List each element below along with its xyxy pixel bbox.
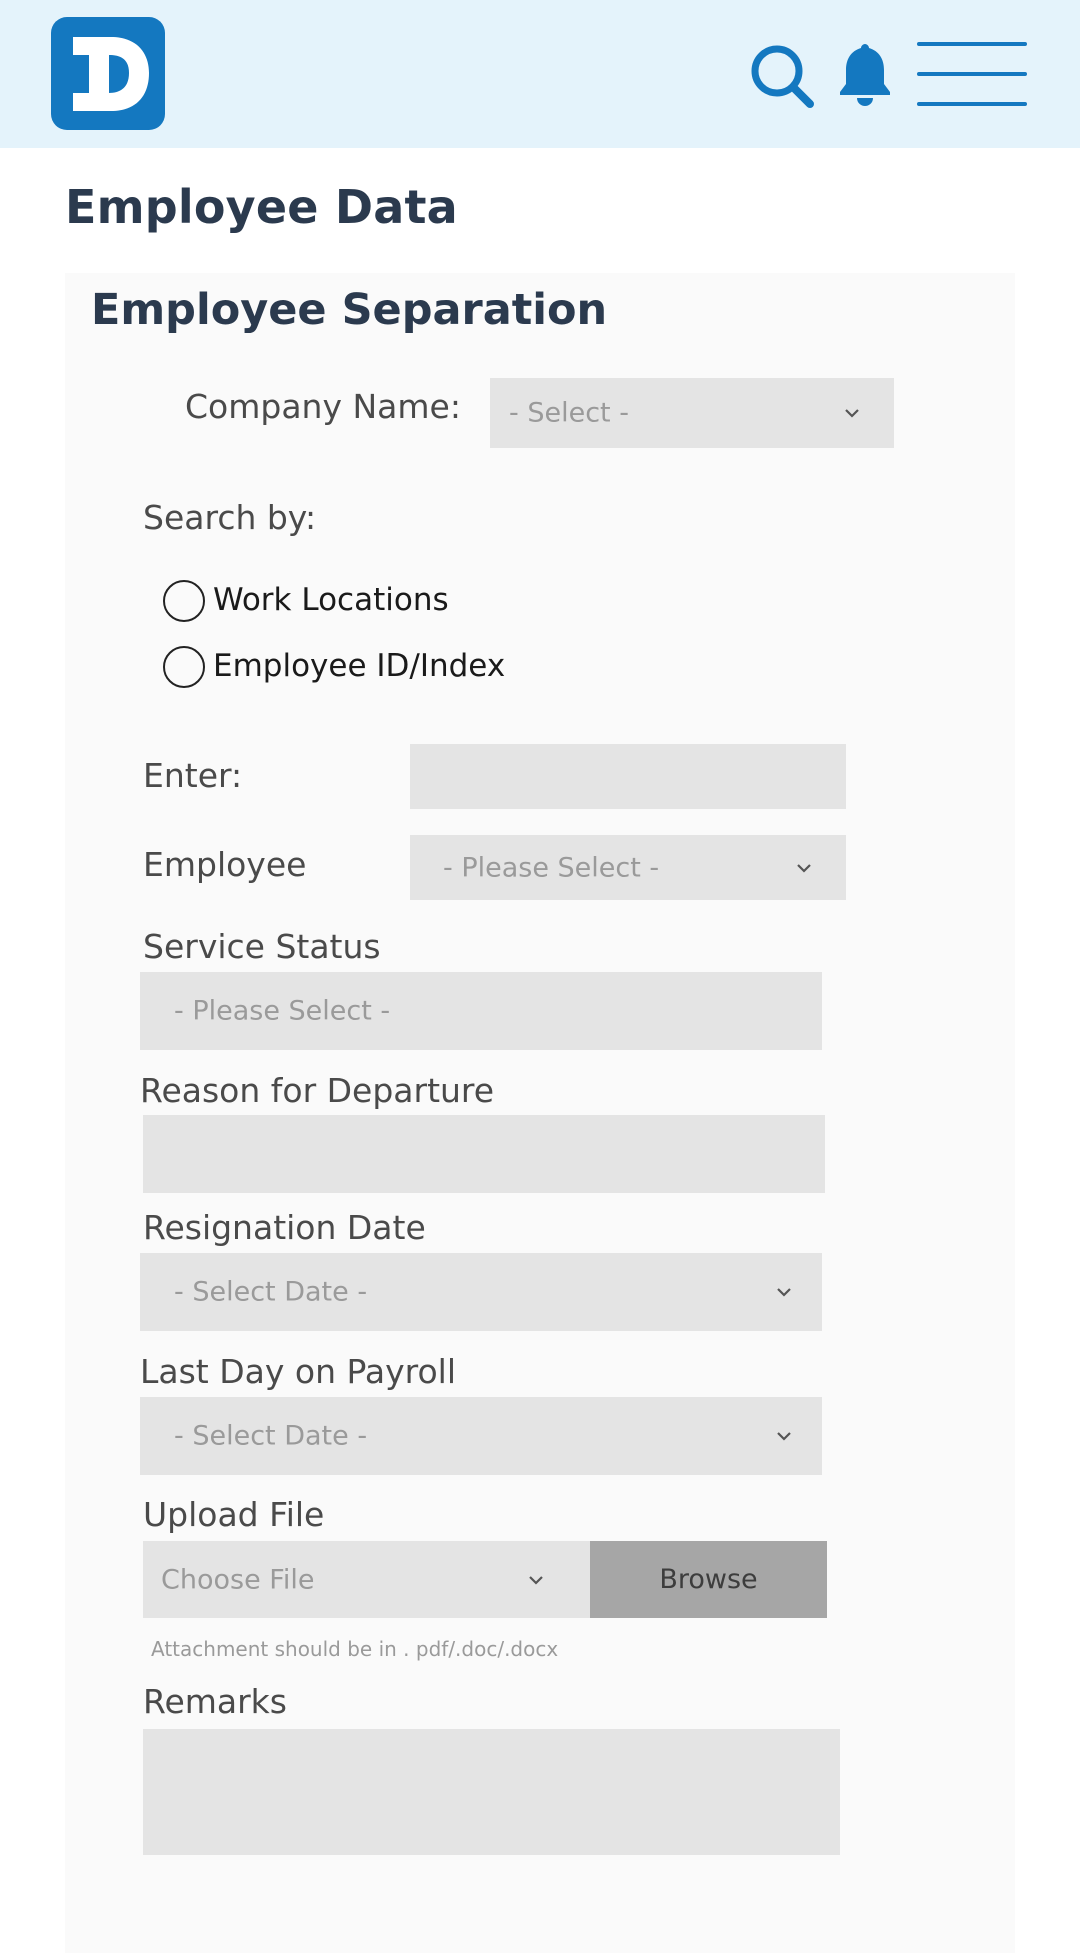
radio-label: Work Locations (213, 582, 449, 618)
page-title: Employee Data (65, 180, 458, 234)
radio-button[interactable] (163, 646, 205, 688)
company-name-select[interactable]: - Select - (490, 378, 894, 448)
service-status-select[interactable]: - Please Select - (140, 972, 822, 1050)
employee-selected: - Please Select - (443, 852, 660, 883)
search-icon[interactable] (748, 42, 816, 110)
last-day-on-payroll-selected: - Select Date - (174, 1420, 368, 1452)
chevron-down-icon (797, 863, 811, 873)
chevron-down-icon (777, 1288, 791, 1297)
hamburger-menu-icon[interactable] (915, 40, 1029, 108)
resignation-date-selected: - Select Date - (174, 1276, 368, 1308)
resignation-date-picker[interactable]: - Select Date - (140, 1253, 822, 1331)
enter-input[interactable] (410, 744, 846, 809)
upload-file-label: Upload File (143, 1495, 325, 1534)
radio-label: Employee ID/Index (213, 648, 506, 684)
radio-button[interactable] (163, 580, 205, 622)
resignation-date-label: Resignation Date (143, 1208, 426, 1247)
app-header (0, 0, 1080, 148)
choose-file-select[interactable]: Choose File (143, 1541, 590, 1618)
remarks-textarea[interactable] (143, 1729, 840, 1855)
employee-label: Employee (143, 845, 307, 884)
chevron-down-icon (845, 409, 859, 418)
app-logo[interactable] (51, 17, 165, 130)
enter-label: Enter: (143, 756, 243, 795)
chevron-down-icon (529, 1575, 543, 1585)
employee-select[interactable]: - Please Select - (410, 835, 846, 900)
chevron-down-icon (777, 1432, 791, 1441)
service-status-selected: - Please Select - (174, 995, 391, 1027)
search-by-label: Search by: (143, 498, 317, 537)
last-day-on-payroll-picker[interactable]: - Select Date - (140, 1397, 822, 1475)
remarks-label: Remarks (143, 1682, 287, 1721)
section-title: Employee Separation (91, 285, 608, 335)
service-status-label: Service Status (143, 927, 381, 966)
attachment-hint: Attachment should be in . pdf/.doc/.docx (151, 1637, 559, 1661)
reason-for-departure-label: Reason for Departure (140, 1071, 495, 1110)
last-day-on-payroll-label: Last Day on Payroll (140, 1352, 457, 1391)
logo-d-icon (73, 37, 149, 111)
company-name-selected: - Select - (509, 397, 629, 429)
choose-file-selected: Choose File (161, 1564, 315, 1595)
reason-for-departure-input[interactable] (143, 1115, 825, 1193)
company-name-label: Company Name: (185, 387, 461, 426)
bell-icon[interactable] (838, 40, 892, 108)
browse-button[interactable]: Browse (590, 1541, 827, 1618)
